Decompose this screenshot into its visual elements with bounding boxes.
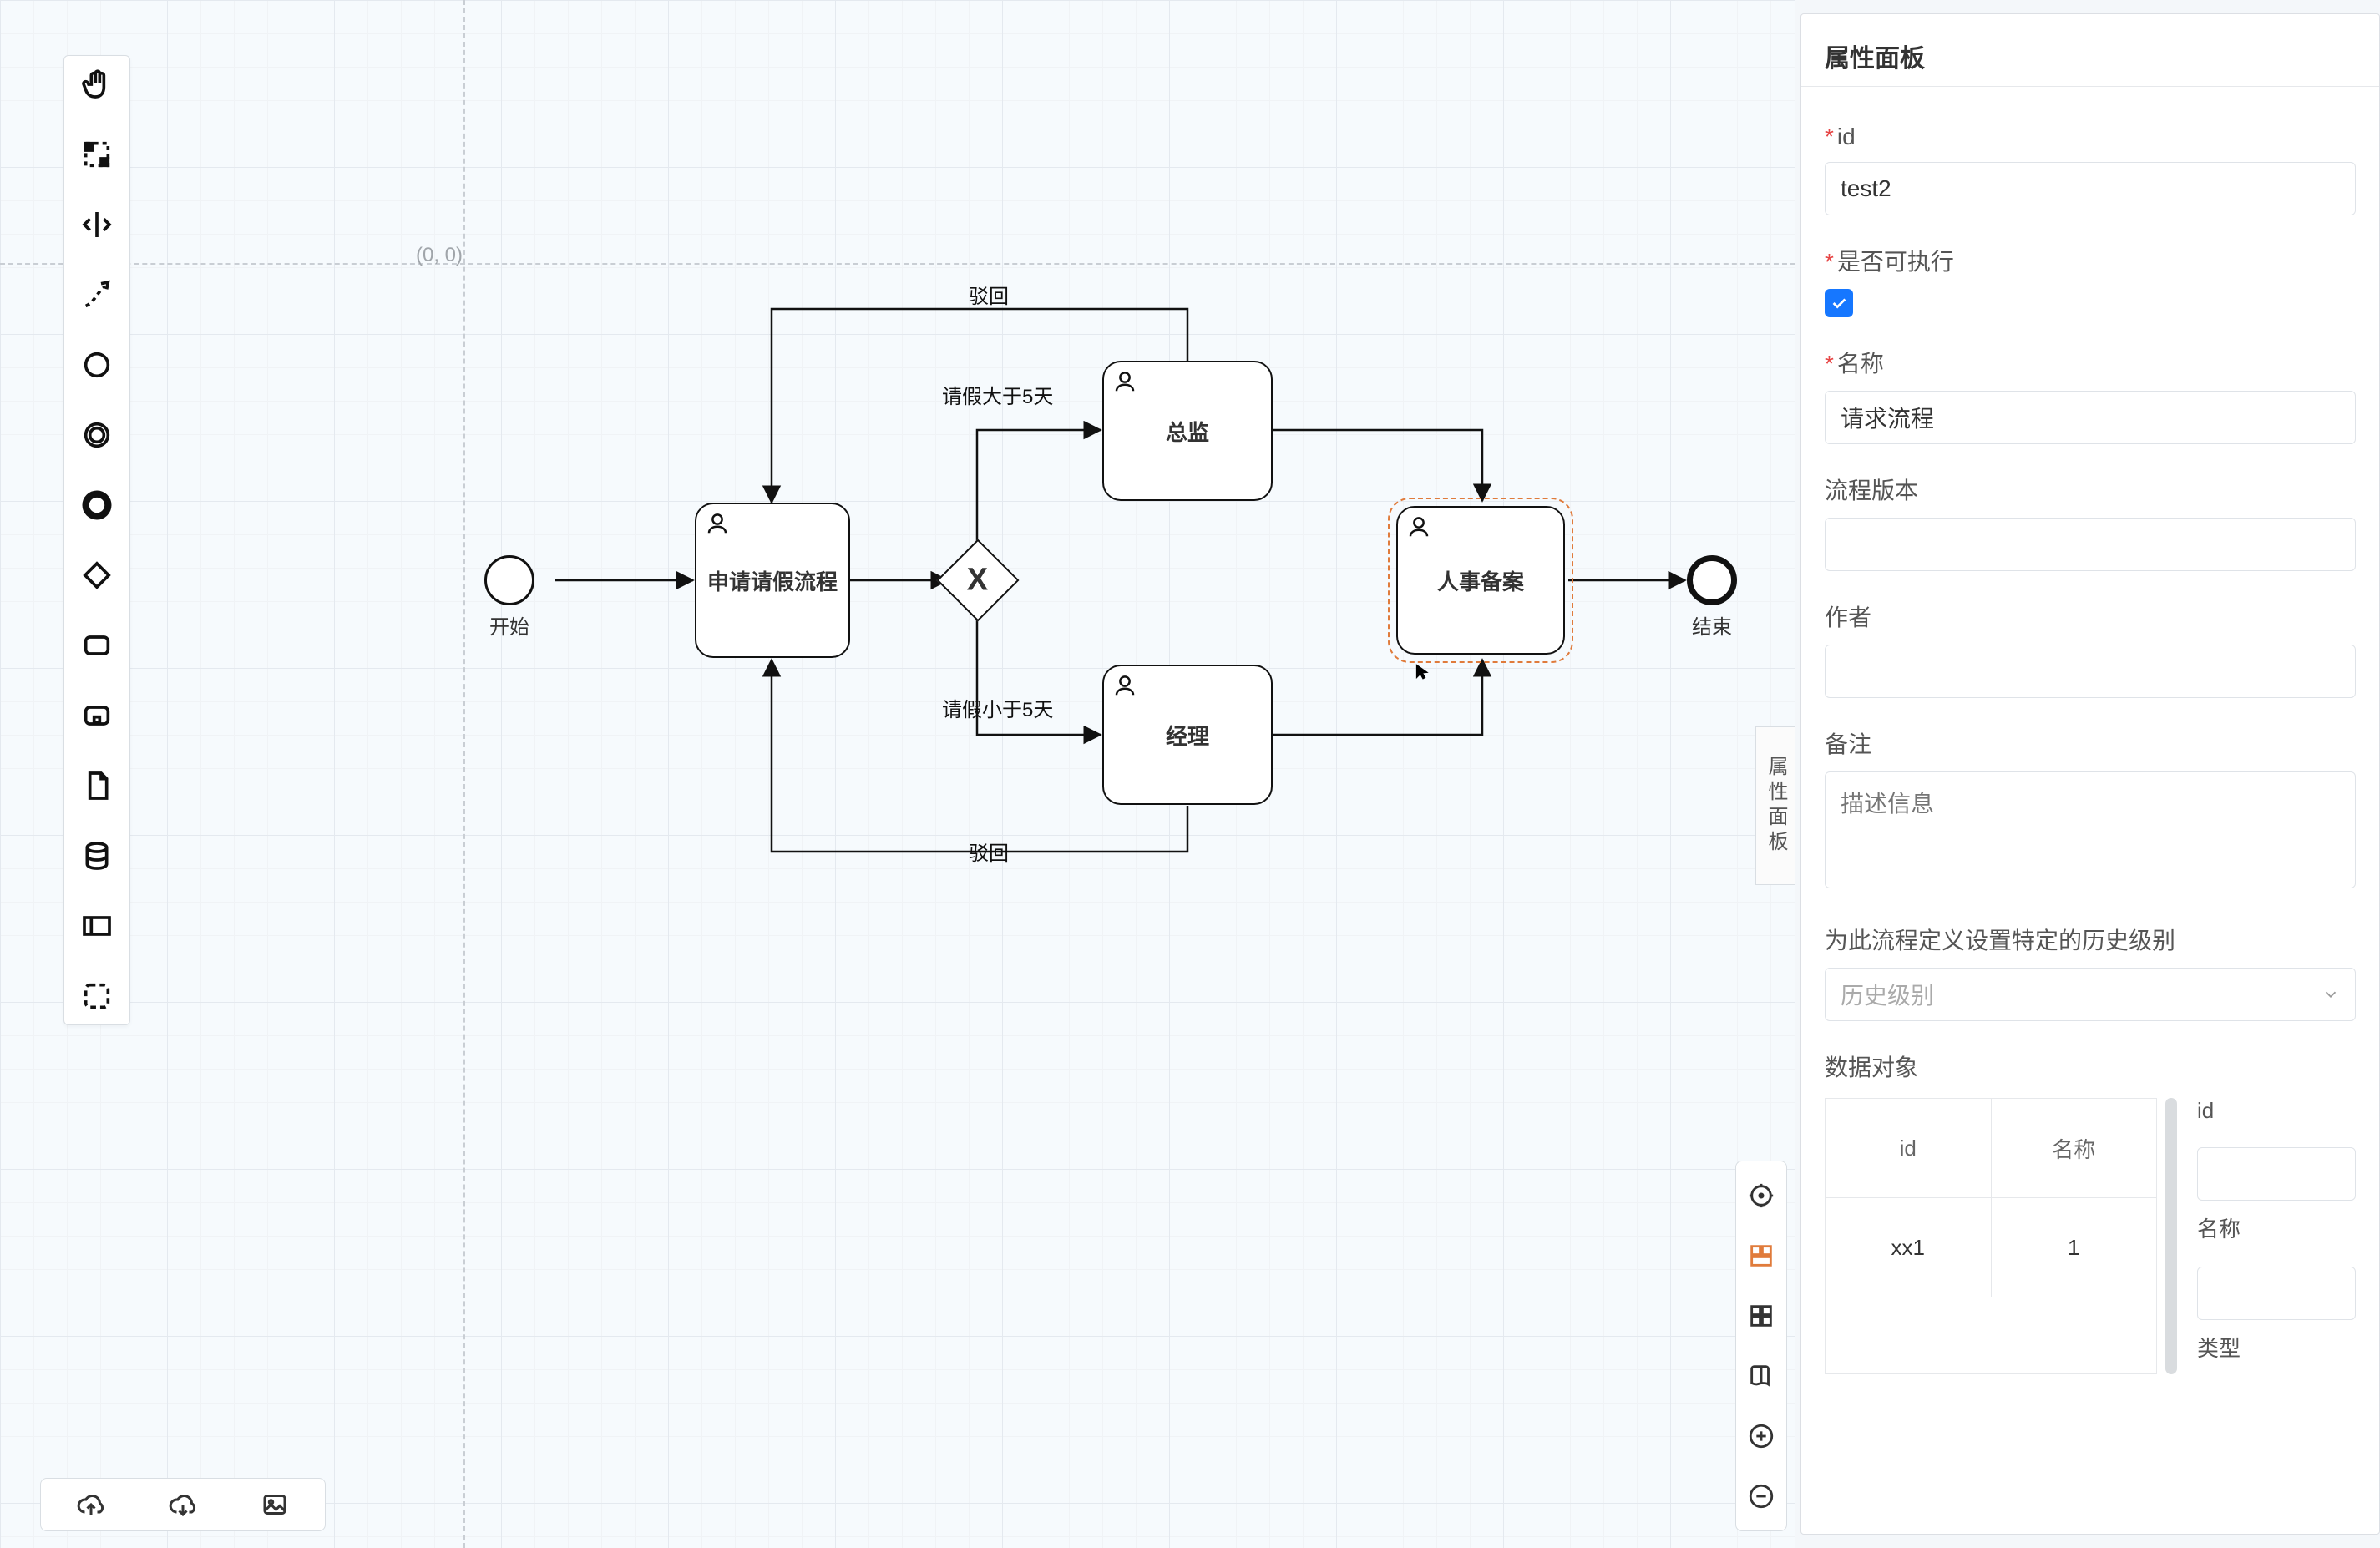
tool-task[interactable] (77, 625, 117, 665)
user-icon (1406, 514, 1431, 545)
edge-label-gt5: 请假大于5天 (942, 380, 1053, 409)
remark-textarea[interactable] (1825, 771, 2356, 888)
dataobj-label: 数据对象 (1825, 1050, 2356, 1083)
tool-palette (63, 55, 130, 1025)
guide-button[interactable] (1745, 1360, 1777, 1392)
edge-label-reject-top: 驳回 (969, 280, 1009, 309)
edge-label-reject-bottom: 驳回 (969, 837, 1009, 866)
side-name-label: 名称 (2197, 1212, 2356, 1243)
end-event-label: 结束 (1662, 610, 1762, 640)
start-event-label: 开始 (459, 610, 560, 640)
history-select[interactable]: 历史级别 (1825, 968, 2356, 1021)
executable-checkbox[interactable] (1825, 289, 1853, 317)
panel-title: 属性面板 (1801, 14, 2379, 87)
edge-label-lt5: 请假小于5天 (942, 693, 1053, 722)
id-label: id (1825, 124, 2356, 150)
task-manager[interactable]: 经理 (1102, 665, 1273, 805)
name-label: 名称 (1825, 346, 2356, 379)
id-input[interactable] (1825, 162, 2356, 215)
cloud-download-button[interactable] (166, 1488, 200, 1521)
tool-data-object[interactable] (77, 766, 117, 806)
table-row[interactable]: xx1 1 (1826, 1197, 2156, 1297)
tool-gateway[interactable] (77, 555, 117, 595)
version-input[interactable] (1825, 518, 2356, 571)
side-type-label: 类型 (2197, 1332, 2356, 1363)
bpmn-canvas[interactable]: (0, 0) 驳回 驳回 (0, 0, 1795, 1548)
tool-group[interactable] (77, 976, 117, 1016)
gateway-mark: X (967, 562, 988, 598)
executable-label: 是否可执行 (1825, 244, 2356, 277)
tool-participant[interactable] (77, 906, 117, 946)
tool-start-event[interactable] (77, 345, 117, 385)
center-view-button[interactable] (1745, 1180, 1777, 1212)
task-apply[interactable]: 申请请假流程 (695, 503, 850, 658)
side-id-input[interactable] (2197, 1147, 2356, 1201)
task-director[interactable]: 总监 (1102, 361, 1273, 501)
task-apply-label: 申请请假流程 (707, 565, 838, 596)
task-director-label: 总监 (1166, 416, 1209, 447)
version-label: 流程版本 (1825, 473, 2356, 506)
data-object-table[interactable]: id 名称 xx1 1 (1825, 1098, 2157, 1374)
zoom-in-button[interactable] (1745, 1420, 1777, 1452)
author-input[interactable] (1825, 645, 2356, 698)
bottom-action-bar (40, 1478, 326, 1531)
view-controls (1735, 1161, 1787, 1531)
side-name-input[interactable] (2197, 1267, 2356, 1320)
tool-space[interactable] (77, 205, 117, 245)
user-icon (705, 511, 730, 542)
panel-collapse-tab[interactable]: 属性面板 (1755, 726, 1795, 885)
chevron-down-icon (2322, 985, 2340, 1004)
data-object-side-form: id 名称 类型 (2197, 1098, 2356, 1374)
table-header-id: id (1826, 1099, 1992, 1197)
mouse-cursor (1415, 660, 1431, 676)
side-id-label: id (2197, 1098, 2356, 1124)
tool-subprocess[interactable] (77, 696, 117, 736)
tool-hand[interactable] (77, 64, 117, 104)
tool-end-event[interactable] (77, 485, 117, 525)
zoom-out-button[interactable] (1745, 1480, 1777, 1512)
edges-layer (0, 0, 1795, 1548)
tool-intermediate-event[interactable] (77, 415, 117, 455)
tool-lasso[interactable] (77, 134, 117, 175)
table-cell-id: xx1 (1826, 1198, 1992, 1297)
table-cell-name: 1 (1992, 1198, 2157, 1297)
image-export-button[interactable] (258, 1488, 291, 1521)
tool-connect[interactable] (77, 275, 117, 315)
task-manager-label: 经理 (1166, 720, 1209, 751)
author-label: 作者 (1825, 599, 2356, 633)
table-header-name: 名称 (1992, 1099, 2157, 1197)
task-hr[interactable]: 人事备案 (1396, 506, 1565, 655)
cloud-upload-button[interactable] (74, 1488, 108, 1521)
end-event-node[interactable]: 结束 (1687, 555, 1737, 605)
user-icon (1112, 673, 1137, 704)
start-event-node[interactable]: 开始 (484, 555, 534, 605)
name-input[interactable] (1825, 391, 2356, 444)
task-hr-label: 人事备案 (1437, 565, 1524, 596)
history-label: 为此流程定义设置特定的历史级别 (1825, 923, 2356, 956)
user-icon (1112, 369, 1137, 400)
table-header: id 名称 (1826, 1099, 2156, 1197)
remark-label: 备注 (1825, 726, 2356, 760)
history-placeholder: 历史级别 (1841, 978, 1934, 1011)
tool-data-store[interactable] (77, 836, 117, 876)
properties-panel: 属性面板 id 是否可执行 名称 流程版本 作者 备注 (1800, 13, 2380, 1535)
table-scrollbar[interactable] (2165, 1098, 2177, 1374)
fit-view-button[interactable] (1745, 1300, 1777, 1332)
align-button[interactable] (1745, 1240, 1777, 1272)
